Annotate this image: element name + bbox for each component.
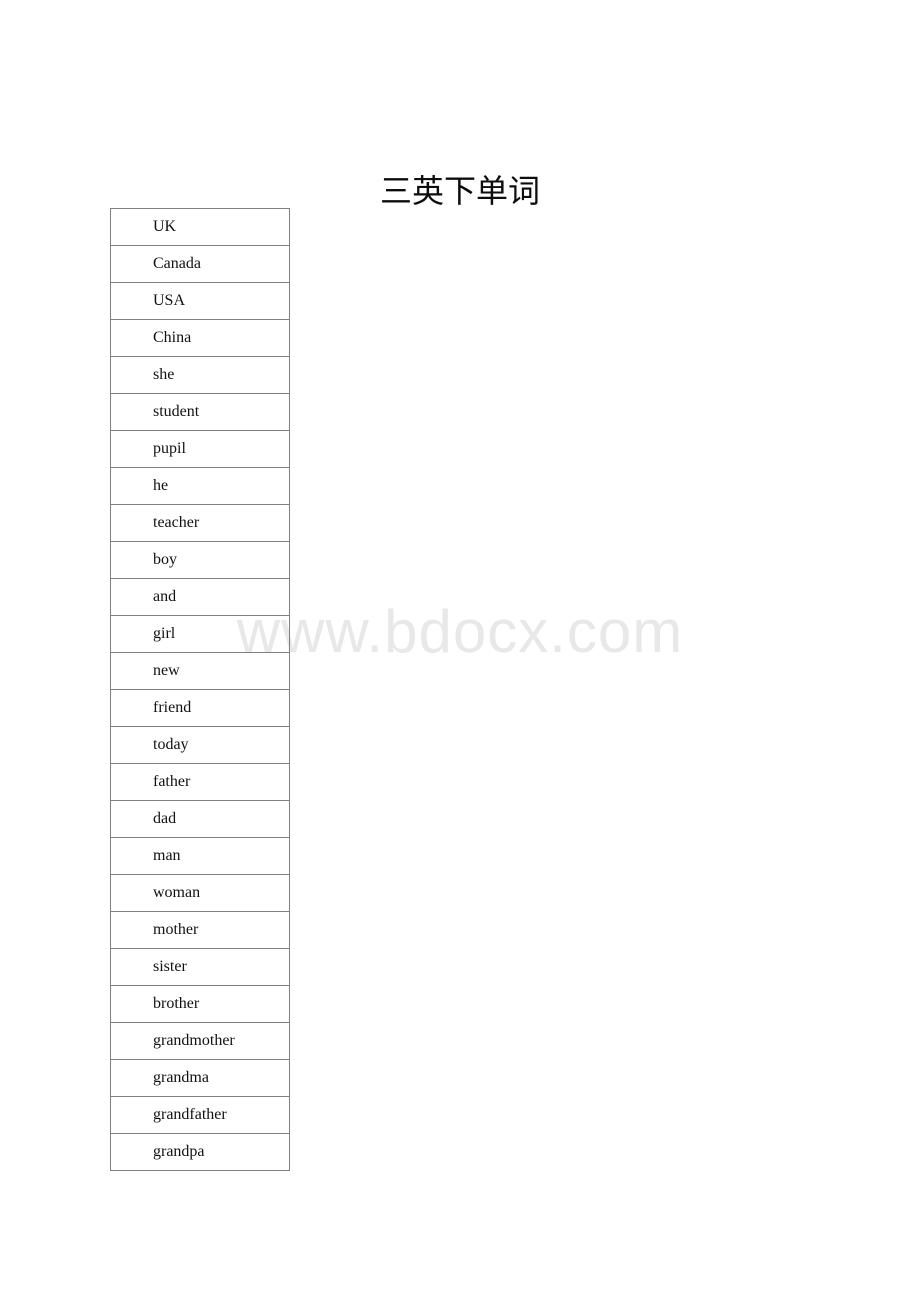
table-row: UK <box>110 208 290 246</box>
table-row: man <box>110 837 290 875</box>
table-row: friend <box>110 689 290 727</box>
table-row: USA <box>110 282 290 320</box>
table-row: boy <box>110 541 290 579</box>
word-cell: teacher <box>110 504 290 542</box>
word-cell: grandfather <box>110 1096 290 1134</box>
table-row: pupil <box>110 430 290 468</box>
table-row: girl <box>110 615 290 653</box>
table-row: grandmother <box>110 1022 290 1060</box>
word-cell: UK <box>110 208 290 246</box>
word-cell: he <box>110 467 290 505</box>
word-table-body: UK Canada USA China she student pupil he teacher… <box>110 208 290 1171</box>
table-row: sister <box>110 948 290 986</box>
table-row: mother <box>110 911 290 949</box>
table-row: woman <box>110 874 290 912</box>
table-row: teacher <box>110 504 290 542</box>
word-cell: father <box>110 763 290 801</box>
word-cell: brother <box>110 985 290 1023</box>
word-cell: mother <box>110 911 290 949</box>
table-row: today <box>110 726 290 764</box>
word-cell: sister <box>110 948 290 986</box>
word-cell: she <box>110 356 290 394</box>
word-cell: woman <box>110 874 290 912</box>
word-cell: pupil <box>110 430 290 468</box>
page-title: 三英下单词 <box>379 173 540 210</box>
table-row: new <box>110 652 290 690</box>
table-row: grandpa <box>110 1133 290 1171</box>
word-cell: new <box>110 652 290 690</box>
word-cell: USA <box>110 282 290 320</box>
word-cell: China <box>110 319 290 357</box>
table-row: China <box>110 319 290 357</box>
table-row: and <box>110 578 290 616</box>
word-table: UK Canada USA China she student pupil he teacher… <box>110 208 290 1171</box>
table-row: student <box>110 393 290 431</box>
word-table-container: UK Canada USA China she student pupil he teacher… <box>110 208 290 1171</box>
word-cell: and <box>110 578 290 616</box>
word-cell: student <box>110 393 290 431</box>
table-row: he <box>110 467 290 505</box>
word-cell: grandma <box>110 1059 290 1097</box>
word-cell: girl <box>110 615 290 653</box>
word-cell: today <box>110 726 290 764</box>
table-row: father <box>110 763 290 801</box>
word-cell: dad <box>110 800 290 838</box>
word-cell: friend <box>110 689 290 727</box>
table-row: grandfather <box>110 1096 290 1134</box>
document-page: www.bdocx.com 三英下单词 UK Canada USA China she s… <box>0 0 920 1302</box>
table-row: dad <box>110 800 290 838</box>
table-row: she <box>110 356 290 394</box>
word-cell: grandmother <box>110 1022 290 1060</box>
word-cell: man <box>110 837 290 875</box>
word-cell: boy <box>110 541 290 579</box>
table-row: Canada <box>110 245 290 283</box>
table-row: grandma <box>110 1059 290 1097</box>
word-cell: grandpa <box>110 1133 290 1171</box>
table-row: brother <box>110 985 290 1023</box>
word-cell: Canada <box>110 245 290 283</box>
